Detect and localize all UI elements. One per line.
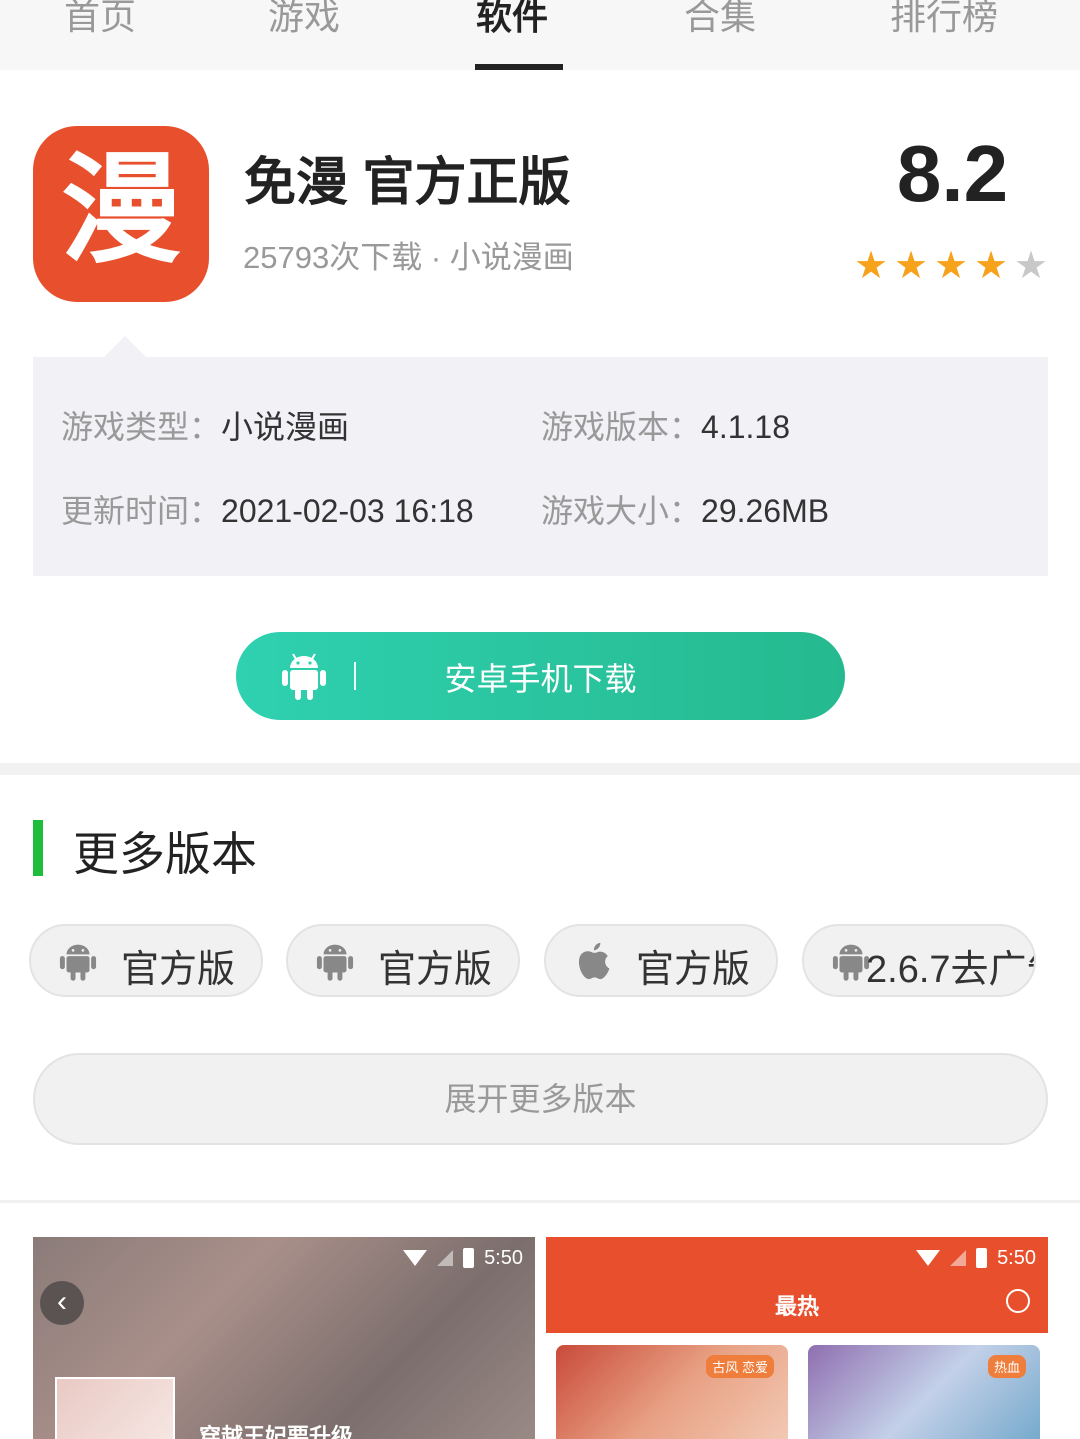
tab-home[interactable]: 首页 xyxy=(64,0,136,40)
star-icon: ★ xyxy=(933,245,969,287)
section-accent-bar xyxy=(33,820,43,876)
version-pill-1[interactable]: 官方版 xyxy=(29,924,263,997)
star-icon: ★ xyxy=(893,245,929,287)
app-icon: 漫 xyxy=(33,126,209,302)
version-pill-2[interactable]: 官方版 xyxy=(286,924,520,997)
version-pill-4[interactable]: 2.6.7去广告 xyxy=(802,924,1036,997)
status-time: 5:50 xyxy=(997,1246,1036,1269)
app-name: 免漫 官方正版 xyxy=(244,154,571,212)
info-type-value: 小说漫画 xyxy=(221,409,350,445)
signal-icon xyxy=(950,1250,967,1266)
info-version: 游戏版本：4.1.18 xyxy=(541,402,790,448)
rating-stars: ★ ★ ★ ★ ★ xyxy=(853,245,1049,287)
version-pill-3-label: 官方版 xyxy=(636,949,751,991)
info-type-key: 游戏类型： xyxy=(61,409,222,445)
version-pill-3[interactable]: 官方版 xyxy=(544,924,778,997)
rating-score: 8.2 xyxy=(896,129,1009,218)
comic-title: 穿越王妃要升级 xyxy=(199,1424,354,1439)
battery-icon xyxy=(463,1248,475,1268)
info-size-value: 29.26MB xyxy=(701,493,830,529)
battery-icon xyxy=(976,1248,988,1268)
info-version-key: 游戏版本： xyxy=(541,409,702,445)
status-time: 5:50 xyxy=(484,1246,523,1269)
info-version-value: 4.1.18 xyxy=(701,409,790,445)
top-nav: 首页 游戏 软件 合集 排行榜 xyxy=(0,0,1080,70)
star-icon: ★ xyxy=(973,245,1009,287)
star-icon: ★ xyxy=(853,245,889,287)
info-updated-value: 2021-02-03 16:18 xyxy=(221,493,474,529)
comic-tag: 热血 xyxy=(987,1355,1026,1378)
version-pill-4-label: 2.6.7去广告 xyxy=(866,949,1034,991)
status-bar: 5:50 xyxy=(403,1243,523,1273)
info-updated-key: 更新时间： xyxy=(61,493,222,529)
expand-more-versions-button[interactable]: 展开更多版本 xyxy=(33,1053,1048,1145)
screenshot-1[interactable]: 5:50 ‹ 穿越王妃要升级 xyxy=(33,1237,535,1439)
info-updated: 更新时间：2021-02-03 16:18 xyxy=(61,486,474,532)
info-box-pointer xyxy=(103,336,147,358)
android-icon xyxy=(316,944,354,981)
tab-rankings[interactable]: 排行榜 xyxy=(890,0,998,40)
search-icon xyxy=(1006,1289,1030,1313)
app-icon-glyph: 漫 xyxy=(61,139,181,280)
info-type: 游戏类型：小说漫画 xyxy=(61,402,349,448)
download-label: 安卓手机下载 xyxy=(444,661,637,697)
status-bar: 5:50 xyxy=(916,1243,1036,1273)
comic-tag: 古风 恋爱 xyxy=(706,1355,774,1378)
apple-icon xyxy=(578,942,610,980)
info-size: 游戏大小：29.26MB xyxy=(541,486,829,532)
signal-icon xyxy=(437,1250,454,1266)
version-pill-2-label: 官方版 xyxy=(378,949,493,991)
section-divider-thin xyxy=(0,1200,1080,1203)
section-divider xyxy=(0,763,1080,775)
screenshot-2[interactable]: 5:50 最热 古风 恋爱 热血 xyxy=(546,1237,1048,1439)
wifi-icon xyxy=(403,1250,428,1266)
tab-collections[interactable]: 合集 xyxy=(684,0,756,40)
android-download-button[interactable]: 安卓手机下载 xyxy=(236,632,845,720)
star-icon: ★ xyxy=(1013,245,1049,287)
tab-games[interactable]: 游戏 xyxy=(268,0,340,40)
wifi-icon xyxy=(916,1250,941,1266)
screenshot-title: 最热 xyxy=(774,1294,819,1319)
active-tab-indicator xyxy=(475,64,563,70)
info-size-key: 游戏大小： xyxy=(541,493,702,529)
more-versions-title: 更多版本 xyxy=(73,828,257,880)
tab-software[interactable]: 软件 xyxy=(476,0,548,40)
back-arrow-icon: ‹ xyxy=(40,1281,84,1325)
comic-card: 古风 恋爱 xyxy=(556,1345,788,1439)
info-box xyxy=(33,357,1048,576)
version-pill-1-label: 官方版 xyxy=(121,949,236,991)
app-meta: 25793次下载 · 小说漫画 xyxy=(243,240,574,275)
comic-card: 热血 xyxy=(808,1345,1040,1439)
android-icon xyxy=(59,944,97,981)
comic-thumbnail xyxy=(55,1377,175,1439)
